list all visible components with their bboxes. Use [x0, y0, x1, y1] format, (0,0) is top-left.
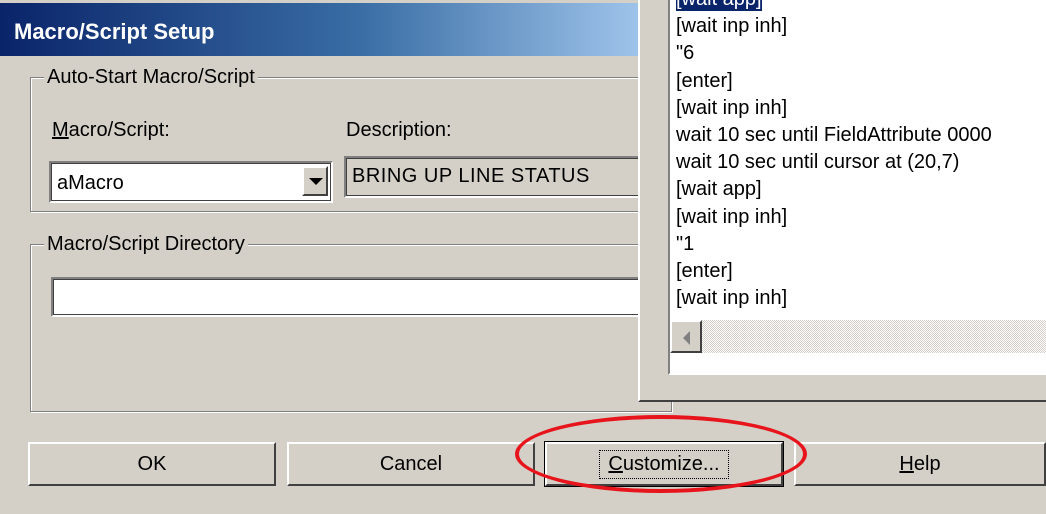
script-line[interactable]: [enter] — [676, 69, 733, 93]
cancel-button-label: Cancel — [379, 452, 443, 475]
customize-button-label: ustomize... — [622, 452, 720, 475]
script-line[interactable]: [enter] — [676, 259, 733, 283]
description-label: Description: — [346, 119, 452, 141]
script-line[interactable]: [wait inp inh] — [676, 14, 787, 38]
combobox-dropdown-button[interactable] — [302, 166, 328, 196]
macro-script-combobox[interactable]: aMacro — [49, 161, 333, 203]
ok-button-label: OK — [137, 452, 167, 475]
directory-groupbox — [30, 244, 672, 412]
script-line[interactable]: [wait inp inh] — [676, 96, 787, 120]
directory-group-label: Macro/Script Directory — [44, 233, 248, 256]
dialog-titlebar[interactable]: Macro/Script Setup — [0, 0, 660, 56]
macro-script-label: Macro/Script: — [52, 119, 170, 142]
directory-input[interactable] — [51, 277, 671, 317]
script-list-window: [wait app] [wait inp inh] "6 [enter] [wait i… — [638, 0, 1046, 402]
chevron-down-icon — [309, 178, 323, 185]
cancel-button[interactable]: Cancel — [287, 442, 535, 486]
customize-button-mnemonic: C — [608, 452, 623, 475]
script-line[interactable]: wait 10 sec until FieldAttribute 0000 — [676, 123, 992, 147]
script-line[interactable]: "1 — [676, 232, 694, 256]
scrollbar-track[interactable] — [702, 320, 1046, 353]
script-line[interactable]: [wait inp inh] — [676, 286, 787, 310]
script-line[interactable]: [wait inp inh] — [676, 205, 787, 229]
script-line[interactable]: wait 10 sec until cursor at (20,7) — [676, 150, 959, 174]
script-line[interactable]: [wait app] — [676, 0, 762, 11]
arrow-left-icon — [683, 331, 690, 345]
description-field-value: BRING UP LINE STATUS — [352, 165, 590, 187]
description-field: BRING UP LINE STATUS — [344, 156, 644, 198]
horizontal-scrollbar[interactable] — [670, 320, 1046, 353]
customize-button[interactable]: Customize... — [544, 441, 784, 487]
autostart-group-label: Auto-Start Macro/Script — [44, 66, 258, 89]
script-line[interactable]: [wait app] — [676, 177, 762, 201]
scroll-left-button[interactable] — [670, 320, 702, 353]
script-line[interactable]: "6 — [676, 41, 694, 65]
macro-script-label-text: acro/Script: — [68, 119, 170, 141]
customize-button-focus: Customize... — [599, 449, 729, 479]
dialog-title: Macro/Script Setup — [14, 19, 215, 44]
help-button[interactable]: Help — [794, 442, 1046, 486]
ok-button[interactable]: OK — [28, 442, 276, 486]
help-button-label: elp — [913, 452, 941, 475]
macro-script-label-mnemonic: M — [52, 119, 69, 141]
help-button-mnemonic: H — [899, 452, 914, 475]
script-listbox[interactable]: [wait app] [wait inp inh] "6 [enter] [wait i… — [668, 0, 1046, 375]
macro-script-combobox-value: aMacro — [57, 172, 124, 194]
